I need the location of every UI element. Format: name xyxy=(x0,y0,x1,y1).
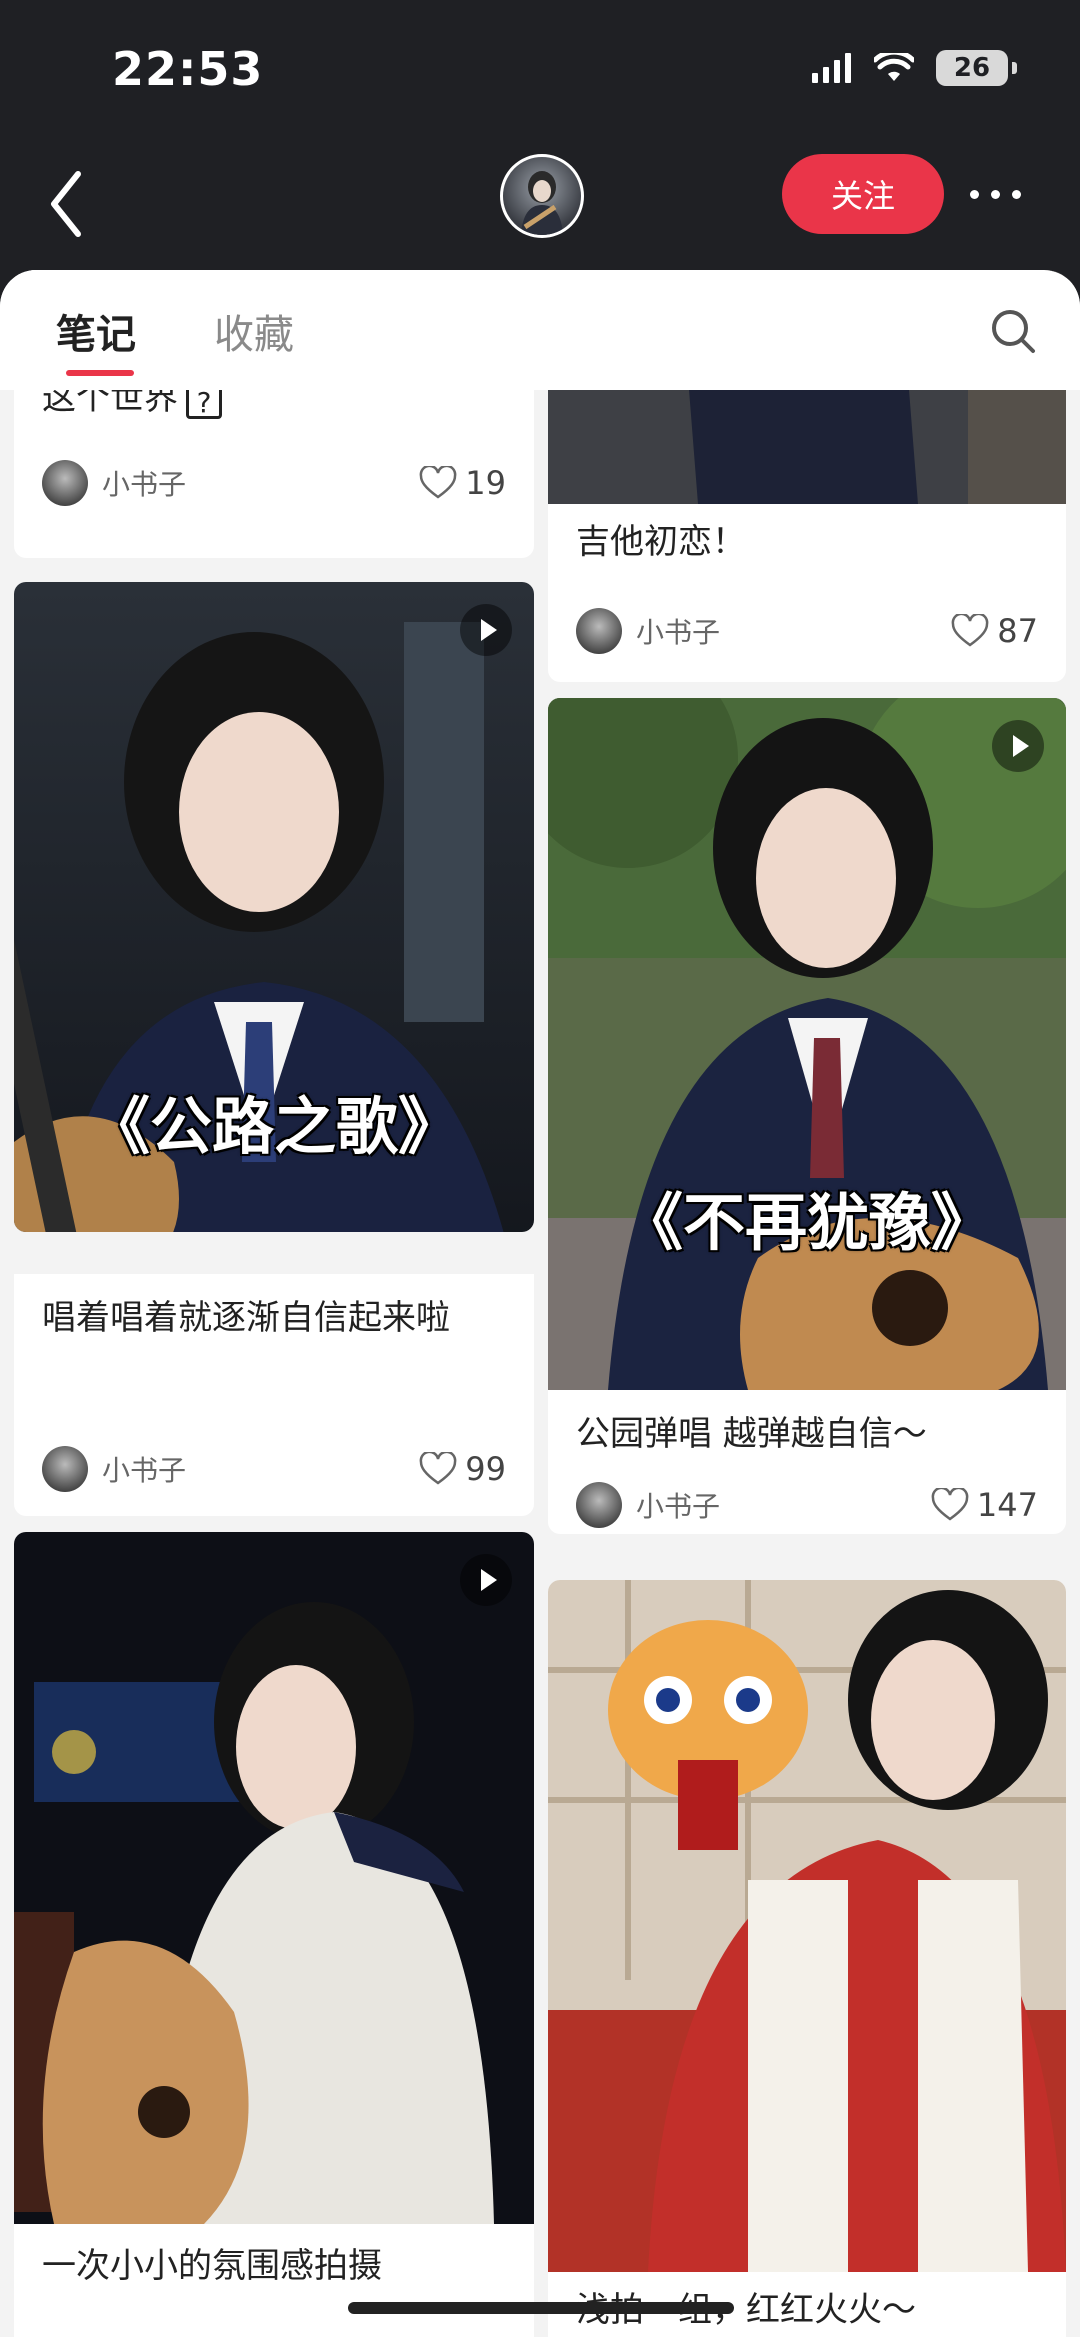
author-name: 小书子 xyxy=(636,1490,721,1523)
battery-level: 26 xyxy=(953,53,991,83)
cover-caption: 《公路之歌》 xyxy=(87,1090,460,1163)
author-name: 小书子 xyxy=(102,1454,187,1487)
tab-bar: 笔记 收藏 xyxy=(0,270,1080,390)
author-name: 小书子 xyxy=(636,616,721,649)
cover-caption: 《不再犹豫》 xyxy=(620,1186,993,1259)
search-icon[interactable] xyxy=(988,306,1038,356)
note-card[interactable]: 浅拍一组，红红火火～ xyxy=(548,1580,1066,2337)
note-meta: 小书子 99 xyxy=(42,1444,506,1494)
heart-icon[interactable] xyxy=(419,1452,457,1486)
note-card[interactable]: 《不再犹豫》 公园弹唱 越弹越自信～ 小书子 147 xyxy=(548,698,1066,1534)
status-icons: 26 xyxy=(812,50,1017,86)
status-time: 22:53 xyxy=(112,42,264,96)
note-cover: 《公路之歌》 xyxy=(14,582,534,1232)
tab-favorites[interactable]: 收藏 xyxy=(214,302,294,360)
status-bar: 22:53 26 xyxy=(0,0,1080,140)
avatar xyxy=(576,608,622,654)
chevron-left-icon[interactable] xyxy=(48,164,88,244)
like-count: 87 xyxy=(997,612,1038,650)
battery-indicator: 26 xyxy=(936,50,1017,86)
note-cover xyxy=(14,1532,534,2224)
note-title: 唱着唱着就逐渐自信起来啦 xyxy=(42,1298,450,1338)
note-meta: 小书子 87 xyxy=(576,606,1038,656)
avatar xyxy=(42,1446,88,1492)
follow-button[interactable]: 关注 xyxy=(782,154,944,234)
note-title: 吉他初恋！ xyxy=(576,522,746,562)
note-title: 一次小小的氛围感拍摄 xyxy=(42,2246,382,2286)
note-card-footer[interactable]: 唱着唱着就逐渐自信起来啦 小书子 99 xyxy=(14,1274,534,1516)
wifi-icon xyxy=(874,53,914,81)
content-sheet: 笔记 收藏 这个世界? 小书子 19 吉他初恋！ 小书子 87 《公路之歌》 唱… xyxy=(0,270,1080,2337)
home-indicator[interactable] xyxy=(348,2302,734,2314)
heart-icon[interactable] xyxy=(419,466,457,500)
note-card[interactable]: 《公路之歌》 xyxy=(14,582,534,1232)
note-meta: 小书子 19 xyxy=(42,458,506,508)
ellipsis-icon[interactable] xyxy=(970,176,1040,212)
play-icon xyxy=(460,604,512,656)
like-count: 99 xyxy=(465,1450,506,1488)
tab-notes[interactable]: 笔记 xyxy=(56,302,136,360)
avatar xyxy=(576,1482,622,1528)
note-meta: 小书子 147 xyxy=(576,1480,1038,1530)
like-count: 147 xyxy=(976,1486,1038,1524)
author-avatar[interactable] xyxy=(500,154,584,238)
play-icon xyxy=(460,1554,512,1606)
note-card[interactable]: 一次小小的氛围感拍摄 xyxy=(14,1532,534,2337)
note-cover xyxy=(548,1580,1066,2272)
note-cover: 《不再犹豫》 xyxy=(548,698,1066,1390)
play-icon xyxy=(992,720,1044,772)
like-count: 19 xyxy=(465,464,506,502)
signal-icon xyxy=(812,53,851,83)
avatar xyxy=(42,460,88,506)
author-name: 小书子 xyxy=(102,468,187,501)
heart-icon[interactable] xyxy=(931,1488,969,1522)
heart-icon[interactable] xyxy=(951,614,989,648)
active-tab-indicator xyxy=(66,370,134,376)
note-title: 公园弹唱 越弹越自信～ xyxy=(576,1414,927,1454)
